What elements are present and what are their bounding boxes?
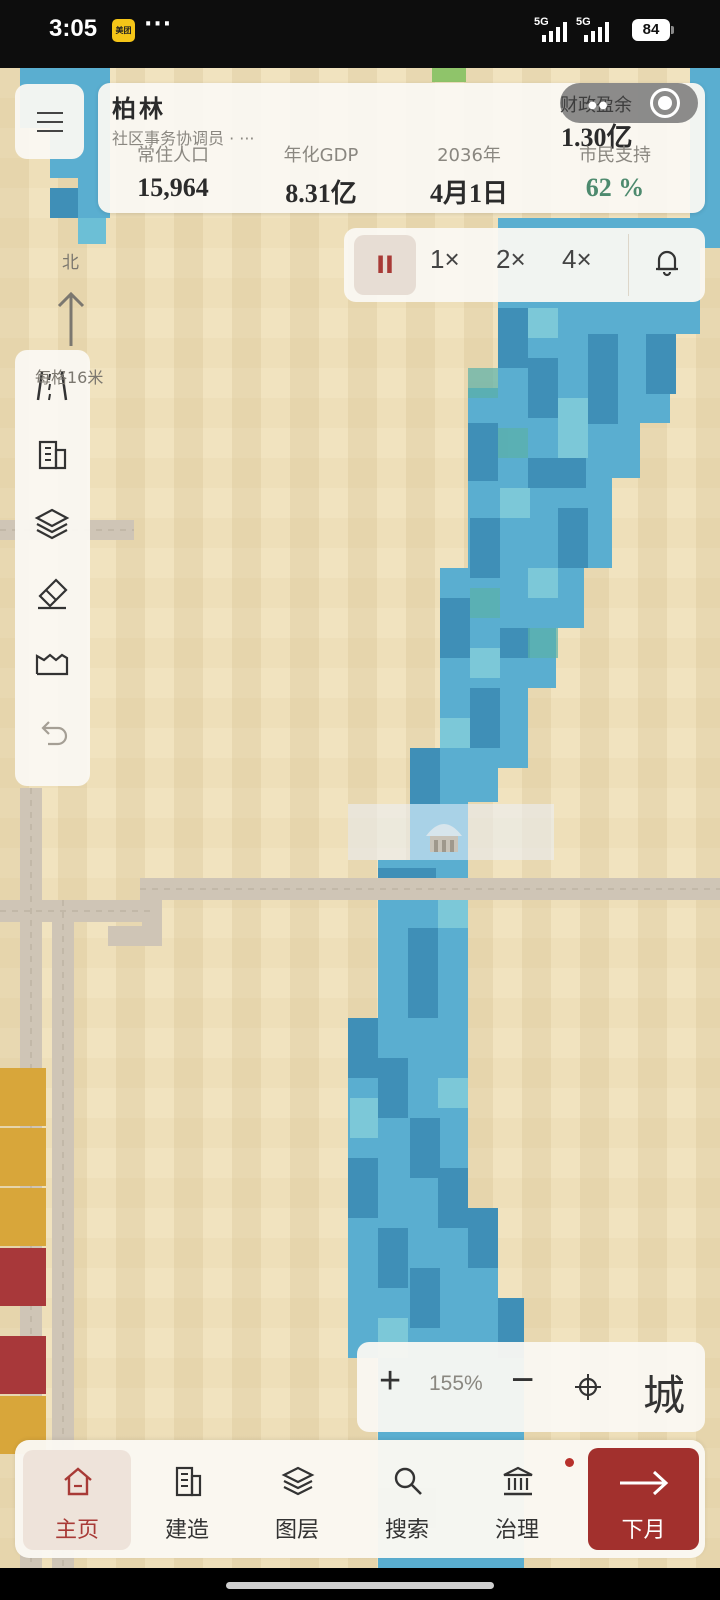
building-icon: [175, 1466, 202, 1497]
divider: [628, 234, 629, 296]
nav-build[interactable]: 建造: [133, 1450, 241, 1550]
stat-date: 2036年 4月1日: [429, 145, 508, 208]
menu-button[interactable]: [15, 84, 84, 159]
layers-icon[interactable]: [34, 506, 70, 542]
stat-gdp: 年化GDP 8.31亿: [283, 145, 359, 208]
hamburger-icon: [37, 112, 63, 114]
zoom-in-button[interactable]: +: [379, 1360, 401, 1403]
grass-patch: [432, 68, 466, 82]
building-icon[interactable]: [34, 436, 70, 472]
eraser-icon[interactable]: [34, 576, 70, 612]
city-name: 柏林: [112, 97, 166, 123]
tool-sidebar: [15, 350, 90, 786]
stat-support: 市民支持 62 %: [579, 145, 651, 202]
search-icon: [394, 1467, 422, 1495]
government-icon: [503, 1466, 533, 1496]
status-bar: 3:05 美团 ··· 5G 5G 84: [0, 0, 720, 68]
zoom-controls: + 155% − 城: [357, 1342, 705, 1432]
monument-icon[interactable]: [420, 806, 468, 858]
more-notifications-icon: ···: [144, 12, 173, 37]
buildings: [0, 1068, 46, 1454]
north-label: 北: [62, 253, 79, 273]
nav-search[interactable]: 搜索: [353, 1450, 461, 1550]
scale-label: 每格16米: [35, 368, 104, 387]
undo-icon[interactable]: [34, 714, 70, 750]
battery-icon: 84: [632, 19, 674, 41]
north-arrow-icon: [57, 291, 85, 346]
arrow-right-icon: [620, 1470, 669, 1496]
notification-dot: [565, 1458, 574, 1467]
nav-govern[interactable]: 治理: [463, 1450, 571, 1550]
pause-button[interactable]: II: [354, 235, 416, 295]
city-view-button[interactable]: 城: [643, 1362, 685, 1423]
speed-2x-button[interactable]: 2×: [496, 244, 526, 275]
stat-population: 常住人口 15,964: [137, 145, 209, 202]
bell-icon[interactable]: [649, 244, 685, 280]
city-info-panel: 柏林 社区事务协调员 · ··· 财政盈余 ●● 1.30亿 常住人口 15,9…: [98, 83, 705, 213]
speed-1x-button[interactable]: 1×: [430, 244, 460, 275]
speed-4x-button[interactable]: 4×: [562, 244, 592, 275]
close-target-icon[interactable]: [650, 88, 680, 118]
zoom-level: 155%: [429, 1372, 483, 1395]
clock: 3:05: [49, 15, 98, 42]
home-indicator[interactable]: [226, 1582, 494, 1589]
factory-icon[interactable]: [34, 644, 70, 680]
locate-icon[interactable]: [573, 1372, 603, 1402]
speed-controls: II 1× 2× 4×: [344, 228, 705, 302]
nav-layers[interactable]: 图层: [243, 1450, 351, 1550]
bottom-navigation: 主页 建造 图层 搜索 治理 下月: [15, 1440, 705, 1558]
layers-icon: [281, 1466, 315, 1496]
home-icon: [64, 1467, 92, 1496]
nav-home[interactable]: 主页: [23, 1450, 131, 1550]
next-month-button[interactable]: 下月: [588, 1448, 699, 1550]
zoom-out-button[interactable]: −: [511, 1358, 534, 1403]
meituan-app-icon: 美团: [112, 19, 135, 42]
more-icon[interactable]: ●●: [588, 100, 609, 111]
